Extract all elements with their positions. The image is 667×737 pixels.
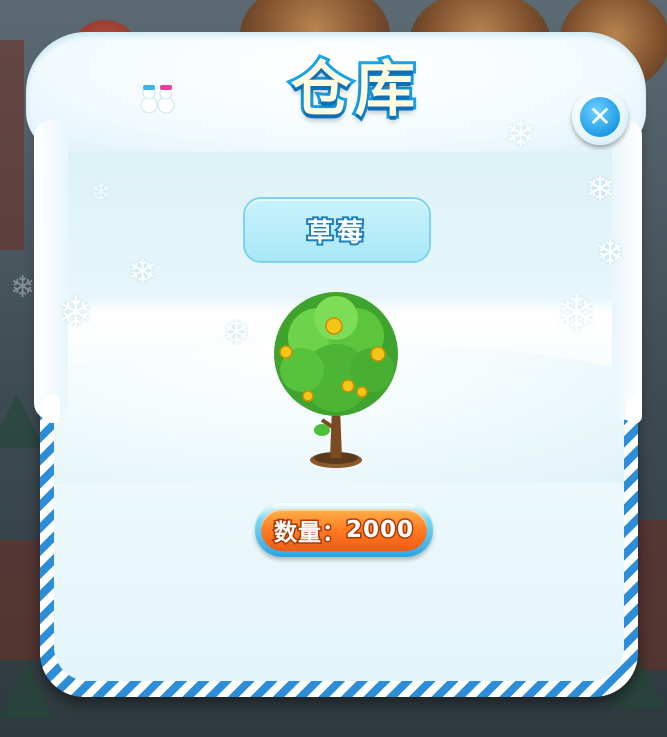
quantity-button[interactable]: 数量： 2000 (255, 503, 433, 557)
snowflake-icon: ❄ (555, 284, 599, 344)
close-icon: ✕ (580, 97, 620, 137)
tree-icon (274, 292, 398, 468)
dialog-title: 仓库 (288, 52, 419, 128)
close-button[interactable]: ✕ (572, 89, 628, 145)
quantity-label: 数量： (272, 519, 346, 548)
bg-post (0, 40, 24, 250)
quantity-value: 2000 (344, 516, 414, 545)
item-name: 草莓 (305, 216, 367, 250)
snowflake-icon: ❄ (58, 288, 94, 337)
snowflake-icon: ❄ (505, 112, 537, 156)
snowflake-icon: ❄ (222, 313, 251, 353)
quantity-display: 数量： 2000 (261, 509, 427, 551)
snow-side-left (34, 120, 68, 420)
snowflake-icon: ❄ (585, 169, 616, 210)
snowflake-icon: ❄ (128, 252, 157, 292)
item-name-plate: 草莓 (243, 197, 431, 263)
snowman-icon (140, 85, 175, 114)
snow-drip (44, 395, 60, 423)
snowflake-icon: ❄ (595, 233, 626, 274)
bg-snowflake-icon: ❄ (10, 270, 36, 305)
snow-drip (626, 398, 642, 424)
snowflake-icon: ❄ (90, 178, 112, 208)
